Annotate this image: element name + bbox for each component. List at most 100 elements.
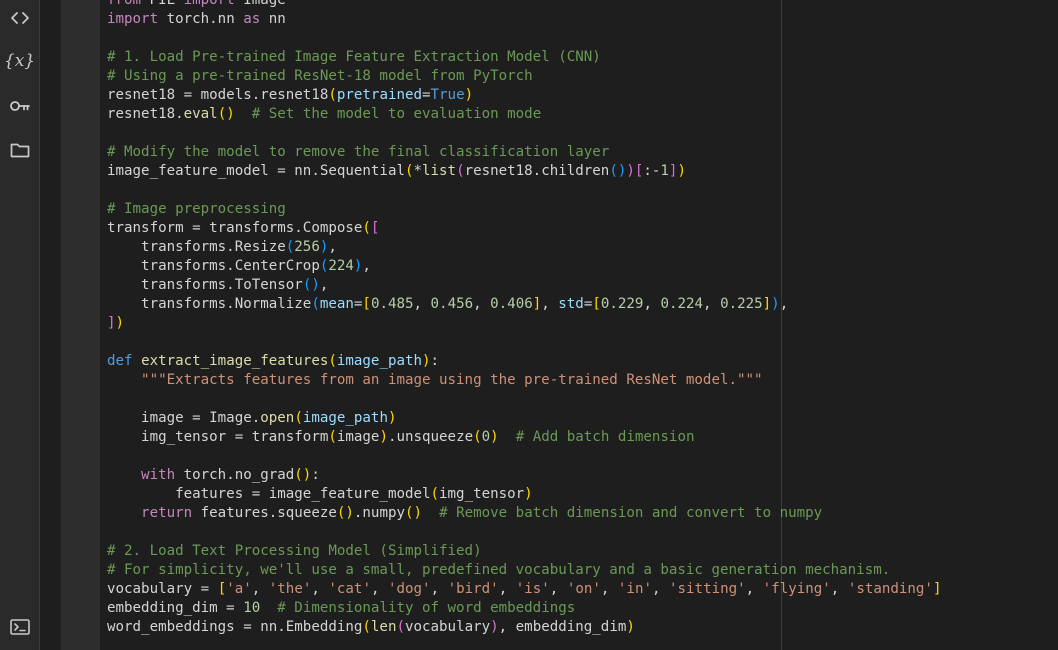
code-token: ) (387, 410, 397, 426)
code-line[interactable] (107, 523, 941, 542)
code-token: 0.406 (490, 296, 533, 312)
code-line[interactable] (107, 181, 941, 200)
code-token: 'bird' (447, 581, 499, 597)
code-line[interactable] (107, 390, 941, 409)
code-line[interactable]: def extract_image_features(image_path): (107, 352, 941, 371)
code-token: embedding_dim = (107, 600, 244, 616)
code-token: , (600, 581, 618, 597)
terminal-icon[interactable] (0, 613, 39, 641)
code-line[interactable]: resnet18.eval() # Set the model to evalu… (107, 105, 941, 124)
code-token: with (107, 467, 176, 483)
code-token: ) (677, 163, 686, 179)
code-token: extract_image_features (141, 353, 329, 369)
code-token: , (251, 581, 269, 597)
code-token: list (422, 163, 457, 179)
code-token: [ (592, 296, 601, 312)
code-token: ( (473, 429, 482, 445)
code-token: ( (328, 353, 337, 369)
code-token: , (549, 581, 567, 597)
code-token: ( (311, 296, 320, 312)
code-token: , (311, 581, 329, 597)
code-line[interactable]: transforms.Normalize(mean=[0.485, 0.456,… (107, 295, 941, 314)
code-line[interactable]: transform = transforms.Compose([ (107, 219, 941, 238)
code-token: 0.229 (600, 296, 644, 312)
code-line[interactable] (107, 333, 941, 352)
code-token: :- (643, 163, 661, 179)
code-token: image = Image. (107, 410, 261, 426)
code-token: torch.no_grad (175, 467, 295, 483)
code-block[interactable]: from PIL import Image import torch.nn as … (107, 0, 941, 637)
code-token: 'the' (268, 581, 312, 597)
code-line[interactable]: with torch.no_grad(): (107, 466, 941, 485)
folder-icon[interactable] (0, 136, 39, 164)
code-token: transforms.ToTensor (107, 277, 303, 293)
code-token: open (260, 410, 295, 426)
code-token: () (336, 505, 354, 521)
code-icon[interactable] (0, 4, 39, 32)
code-token: , (362, 258, 371, 274)
code-token: transforms.CenterCrop (107, 258, 320, 274)
code-token: , (651, 581, 670, 597)
code-line[interactable] (107, 447, 941, 466)
code-line[interactable]: img_tensor = transform(image).unsqueeze(… (107, 428, 941, 447)
code-line[interactable]: # Using a pre-trained ResNet-18 model fr… (107, 67, 941, 86)
code-line[interactable]: # 1. Load Pre-trained Image Feature Extr… (107, 48, 941, 67)
code-token: ( (362, 220, 371, 236)
code-line[interactable]: transforms.Resize(256), (107, 238, 941, 257)
code-token: 'is' (515, 581, 550, 597)
code-line[interactable]: image_feature_model = nn.Sequential (*lis… (107, 162, 941, 181)
code-token: , (328, 239, 337, 255)
code-line[interactable]: # Modify the model to remove the final c… (107, 143, 941, 162)
code-token: # Set the model to evaluation mode (251, 106, 542, 122)
code-token: image_feature_model = nn.Sequential (107, 163, 405, 179)
code-token: () (294, 467, 312, 483)
code-line[interactable]: import torch.nn as nn (107, 10, 941, 29)
code-line[interactable]: from PIL import Image (107, 0, 941, 10)
code-line[interactable]: embedding_dim = 10 # Dimensionality of w… (107, 599, 941, 618)
code-token: 'in' (617, 581, 652, 597)
code-line[interactable]: image = Image.open(image_path) (107, 409, 941, 428)
cell-gutter[interactable] (61, 0, 100, 650)
code-token: """Extracts features from an image using… (107, 372, 763, 388)
code-token: nn (260, 11, 286, 27)
code-token: std (558, 296, 584, 312)
code-line[interactable]: resnet18 = models.resnet18(pretrained=Tr… (107, 86, 941, 105)
code-line[interactable]: vocabulary = ['a', 'the', 'cat', 'dog', … (107, 580, 941, 599)
code-line[interactable] (107, 29, 941, 48)
code-token: ( (328, 87, 337, 103)
code-token: # Dimensionality of word embeddings (277, 600, 576, 616)
code-line[interactable]: # For simplicity, we'll use a small, pre… (107, 561, 941, 580)
code-token: features.squeeze (192, 505, 337, 521)
code-token: , (319, 277, 329, 293)
code-line[interactable]: transforms.ToTensor(), (107, 276, 941, 295)
code-token: , (779, 296, 789, 312)
key-icon[interactable] (0, 92, 39, 120)
code-line[interactable]: # Image preprocessing (107, 200, 941, 219)
code-line[interactable]: return features.squeeze().numpy() # Remo… (107, 504, 941, 523)
code-cell-editor[interactable]: from PIL import Image import torch.nn as … (100, 0, 1058, 650)
code-line[interactable]: """Extracts features from an image using… (107, 371, 941, 390)
code-line[interactable]: transforms.CenterCrop(224), (107, 257, 941, 276)
code-token: mean (319, 296, 354, 312)
code-token: features = image_feature_model (107, 486, 431, 502)
code-token: # For simplicity, we'll use a small, pre… (107, 562, 891, 578)
cell-margin (40, 0, 61, 650)
code-token: # Using a pre-trained ResNet-18 model fr… (107, 68, 533, 84)
code-token: , (643, 296, 661, 312)
code-token: word_embeddings = nn.Embedding (107, 619, 363, 635)
code-line[interactable]: ]) (107, 314, 941, 333)
variables-icon[interactable]: {x} (0, 47, 39, 75)
code-token: [ (217, 581, 227, 597)
code-token: # Modify the model to remove the final c… (107, 144, 610, 160)
code-token: () (217, 106, 235, 122)
code-line[interactable]: features = image_feature_model(img_tenso… (107, 485, 941, 504)
code-line[interactable]: word_embeddings = nn.Embedding(len(vocab… (107, 618, 941, 637)
code-line[interactable]: # 2. Load Text Processing Model (Simplif… (107, 542, 941, 561)
code-token: from (107, 0, 142, 8)
left-sidebar: {x} (0, 0, 40, 650)
code-token: ( (456, 163, 465, 179)
code-line[interactable] (107, 124, 941, 143)
code-token: PIL (141, 0, 184, 8)
code-token: , (830, 581, 848, 597)
code-token: ( (294, 410, 303, 426)
